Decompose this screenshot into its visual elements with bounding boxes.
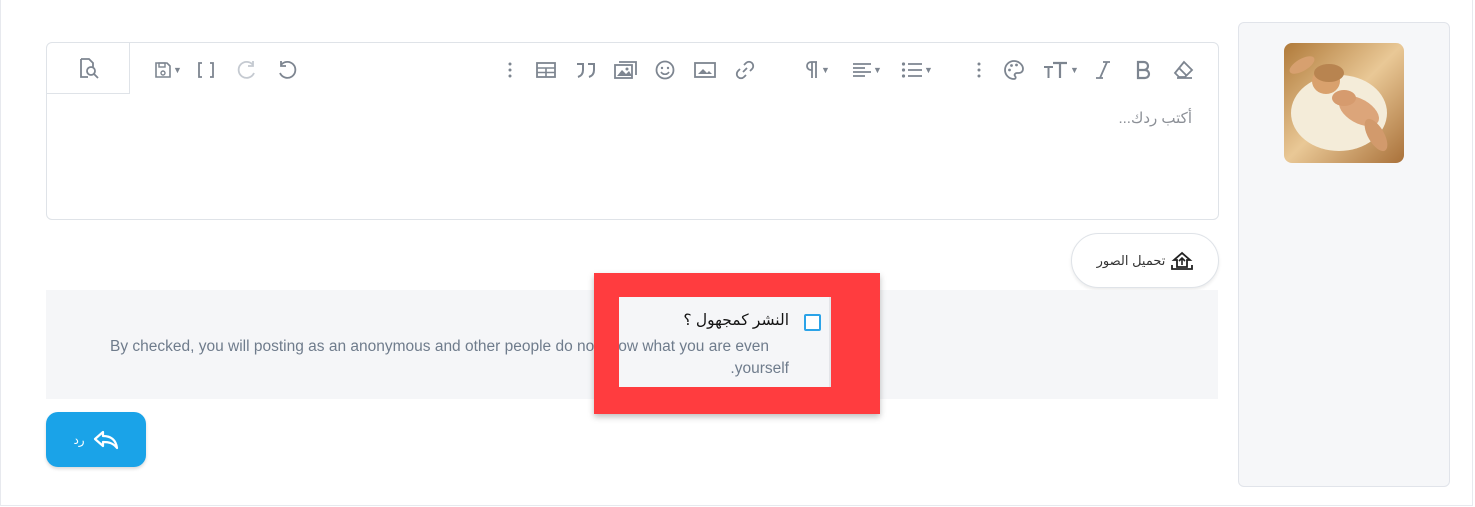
reply-icon xyxy=(93,430,118,449)
bold-icon xyxy=(1136,60,1151,80)
undo-icon xyxy=(279,60,297,79)
reply-label: رد xyxy=(73,432,85,447)
link-icon xyxy=(735,60,755,80)
avatar-image xyxy=(1284,43,1404,163)
more-options-icon xyxy=(508,62,512,78)
toggle-bbcode-icon xyxy=(198,62,214,78)
more-text-icon xyxy=(977,62,981,78)
remove-format-button[interactable] xyxy=(1171,57,1195,83)
insert-image-button[interactable] xyxy=(693,57,717,83)
align-button[interactable]: ▼ xyxy=(847,57,887,83)
anonymous-hint-line1: By checked, you will posting as an anony… xyxy=(619,338,770,355)
anonymous-option-highlight: النشر كمجهول ؟ By checked, you will post… xyxy=(619,297,831,387)
smilie-icon xyxy=(655,60,675,80)
insert-smilie-button[interactable] xyxy=(653,57,677,83)
user-column xyxy=(1238,22,1450,487)
anonymous-label[interactable]: النشر كمجهول ؟ xyxy=(683,311,789,330)
more-options-button[interactable] xyxy=(503,57,517,83)
upload-images-button[interactable]: تحميل الصور xyxy=(1071,233,1219,288)
insert-quote-button[interactable] xyxy=(573,57,599,83)
chevron-down-icon: ▼ xyxy=(821,65,830,75)
paragraph-format-button[interactable]: ▼ xyxy=(799,57,835,83)
media-gallery-icon xyxy=(614,61,637,79)
insert-image-icon xyxy=(694,62,716,78)
save-draft-icon xyxy=(155,62,171,78)
redo-button[interactable] xyxy=(235,57,259,83)
redo-icon xyxy=(237,60,255,79)
text-color-button[interactable] xyxy=(1002,57,1026,83)
paragraph-icon xyxy=(806,61,818,78)
more-text-button[interactable] xyxy=(972,57,986,83)
reply-button[interactable]: رد xyxy=(46,412,146,467)
chevron-down-icon: ▼ xyxy=(1070,65,1079,75)
remove-format-icon xyxy=(1173,60,1194,79)
font-size-button[interactable]: ▼ xyxy=(1041,57,1081,83)
anonymous-hint-line2: yourself. xyxy=(730,360,789,377)
font-size-icon xyxy=(1044,61,1068,78)
insert-link-button[interactable] xyxy=(733,57,757,83)
upload-images-label: تحميل الصور xyxy=(1096,252,1166,268)
preview-icon xyxy=(80,58,99,79)
insert-media-gallery-button[interactable] xyxy=(613,57,639,83)
upload-icon xyxy=(1171,251,1194,270)
anonymous-checkbox[interactable] xyxy=(804,314,821,331)
list-button[interactable]: ▼ xyxy=(897,57,937,83)
chevron-down-icon: ▼ xyxy=(173,65,182,75)
chevron-down-icon: ▼ xyxy=(873,65,882,75)
text-color-icon xyxy=(1004,60,1024,80)
italic-icon xyxy=(1096,61,1110,79)
list-icon xyxy=(901,62,923,78)
preview-tab[interactable] xyxy=(47,43,130,94)
quote-icon xyxy=(577,63,595,78)
undo-button[interactable] xyxy=(275,57,299,83)
avatar[interactable] xyxy=(1284,43,1404,163)
italic-button[interactable] xyxy=(1092,57,1114,83)
bold-button[interactable] xyxy=(1132,57,1154,83)
table-icon xyxy=(536,62,556,78)
insert-table-button[interactable] xyxy=(534,57,558,83)
align-icon xyxy=(853,63,872,77)
editor-placeholder: أكتب ردك... xyxy=(1118,110,1192,127)
reply-editor[interactable]: ▼ ▼ ▼ ▼ ▼ أكتب ردك... xyxy=(46,42,1219,220)
save-draft-button[interactable]: ▼ xyxy=(151,57,185,83)
toggle-bbcode-button[interactable] xyxy=(195,57,217,83)
chevron-down-icon: ▼ xyxy=(924,65,933,75)
